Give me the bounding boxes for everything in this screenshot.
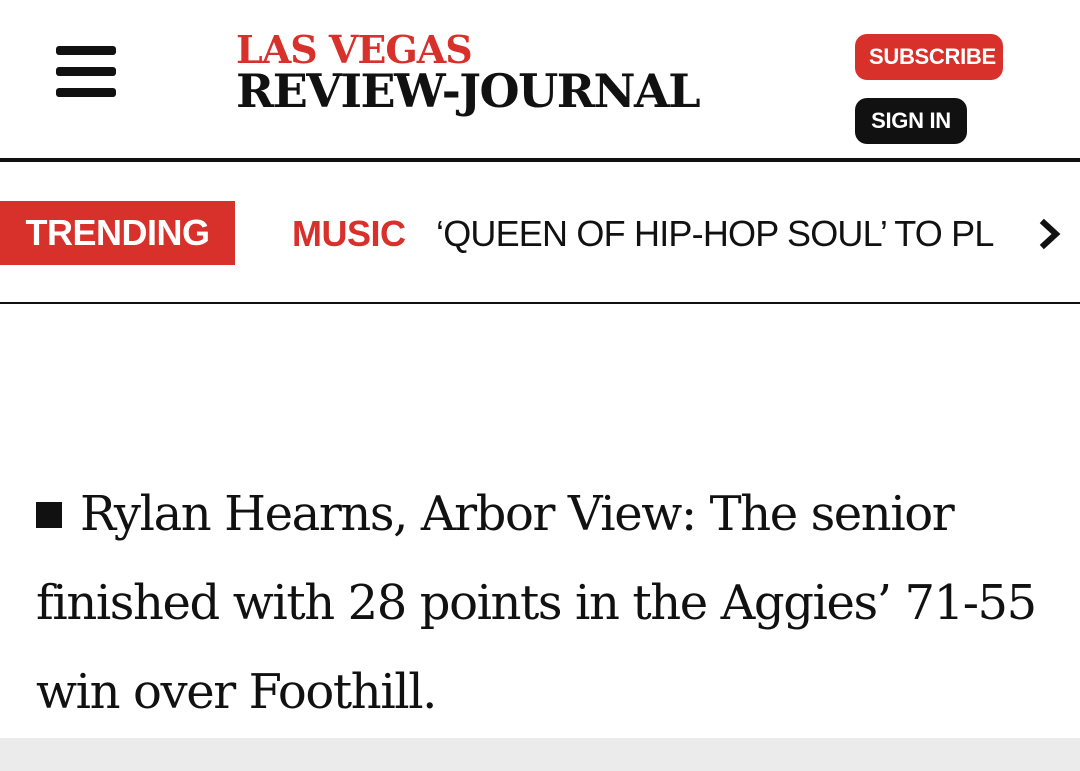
article-paragraph: Rylan Hearns, Arbor View: The senior fin… [36,470,1046,737]
menu-bar [56,46,116,55]
site-logo[interactable]: LAS VEGAS REVIEW-JOURNAL [236,30,802,122]
trending-divider [0,302,1080,304]
sign-in-button[interactable]: SIGN IN [855,98,967,144]
trending-badge: TRENDING [0,201,235,265]
chevron-right-glyph [1039,218,1061,250]
logo-bottom-line: REVIEW-JOURNAL [236,64,701,118]
chevron-right-icon[interactable] [1036,214,1066,254]
subscribe-button[interactable]: SUBSCRIBE [855,34,1003,80]
trending-category-link[interactable]: MUSIC [292,212,406,256]
square-bullet-icon [36,502,62,528]
trending-bar: TRENDING MUSIC ‘QUEEN OF HIP-HOP SOUL’ T… [0,162,1080,302]
article-text: Rylan Hearns, Arbor View: The senior fin… [36,486,1037,720]
trending-headline-link[interactable]: ‘QUEEN OF HIP-HOP SOUL’ TO PL [436,212,1028,256]
bottom-band [0,738,1080,771]
site-header: LAS VEGAS REVIEW-JOURNAL SUBSCRIBE SIGN … [0,0,1080,158]
hamburger-menu-icon[interactable] [56,46,116,98]
menu-bar [56,67,116,76]
menu-bar [56,88,116,97]
